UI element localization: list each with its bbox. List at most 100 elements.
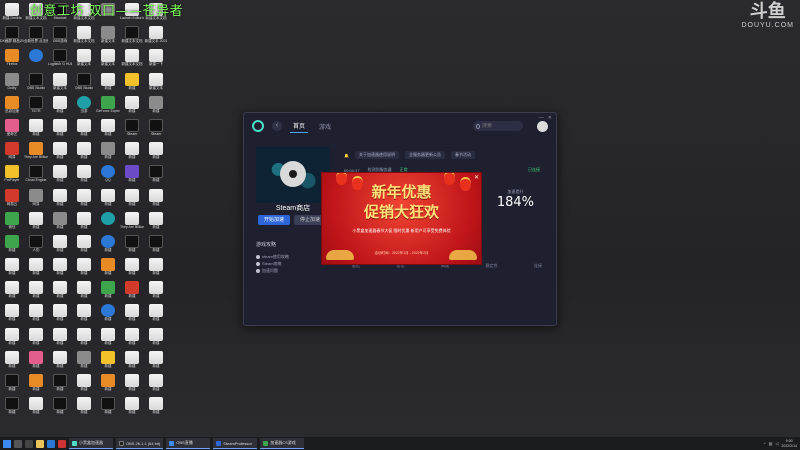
- taskbar-task[interactable]: SteamProfessor: [213, 438, 258, 449]
- desktop-icon[interactable]: PotPlayer: [0, 164, 24, 187]
- desktop-icon[interactable]: 新建文本: [144, 72, 168, 95]
- desktop-icon[interactable]: Steam: [144, 118, 168, 141]
- desktop-icon[interactable]: 微信: [0, 211, 24, 234]
- desktop-icon[interactable]: 新建: [48, 350, 72, 373]
- desktop-icon[interactable]: 新建: [120, 303, 144, 326]
- desktop-icon[interactable]: 新建: [72, 257, 96, 280]
- desktop-icon[interactable]: Dolby: [0, 72, 24, 95]
- desktop-icon[interactable]: 新建: [72, 373, 96, 396]
- desktop-icon[interactable]: 新建: [48, 234, 72, 257]
- desktop-icon[interactable]: 新建: [120, 327, 144, 350]
- desktop-icon[interactable]: 新建: [144, 257, 168, 280]
- desktop-icon[interactable]: 新建: [120, 234, 144, 257]
- desktop-icon[interactable]: Cloud Engine: [24, 164, 48, 187]
- notice-item[interactable]: 关于加速器使用说明: [354, 151, 399, 159]
- desktop-icon[interactable]: 新建: [120, 95, 144, 118]
- desktop-icon[interactable]: 新建: [144, 350, 168, 373]
- desktop-icon[interactable]: 新建: [48, 211, 72, 234]
- desktop-icon[interactable]: 新建: [48, 95, 72, 118]
- desktop-icon[interactable]: 新建: [120, 396, 144, 419]
- desktop-icon[interactable]: 新建: [48, 396, 72, 419]
- desktop-icon[interactable]: They Are Billions: [120, 211, 144, 234]
- desktop-icon[interactable]: 新建: [72, 350, 96, 373]
- desktop-icon[interactable]: OBS游戏: [48, 25, 72, 48]
- desktop-icon[interactable]: 新建文本 2021: [144, 25, 168, 48]
- desktop-icon[interactable]: 爱奇艺: [0, 118, 24, 141]
- desktop-icon[interactable]: They Are Billions: [24, 141, 48, 164]
- desktop-icon[interactable]: 迅游: [72, 95, 96, 118]
- desktop-icon[interactable]: 新建: [72, 327, 96, 350]
- desktop-icon[interactable]: 新建: [0, 303, 24, 326]
- desktop-icon[interactable]: 新建文本文档: [120, 25, 144, 48]
- desktop-icon[interactable]: 新建: [96, 350, 120, 373]
- desktop-icon[interactable]: Steam: [120, 118, 144, 141]
- close-icon[interactable]: ✕: [548, 115, 552, 121]
- browser-icon[interactable]: [47, 439, 55, 448]
- desktop-icon[interactable]: 新建: [0, 350, 24, 373]
- desktop-icon[interactable]: 新建: [144, 280, 168, 303]
- desktop-icon[interactable]: 新建: [0, 373, 24, 396]
- desktop-icon[interactable]: 新建: [144, 141, 168, 164]
- taskbar-task[interactable]: OBS直播: [166, 438, 211, 449]
- folder-icon[interactable]: [36, 439, 44, 448]
- desktop-icon[interactable]: 全新世界 点击即玩: [24, 25, 48, 48]
- desktop-icon[interactable]: 新建: [48, 141, 72, 164]
- desktop-icon[interactable]: 新建: [24, 350, 48, 373]
- desktop-icon[interactable]: 新建: [72, 164, 96, 187]
- desktop-icon[interactable]: 新建: [48, 373, 72, 396]
- taskbar-task[interactable]: 加速器CS游戏: [260, 438, 305, 449]
- avatar[interactable]: [537, 120, 548, 132]
- desktop-icon[interactable]: 新建文本: [96, 25, 120, 48]
- desktop-icon[interactable]: 网易云: [0, 188, 24, 211]
- desktop-icon[interactable]: 新建文本: [96, 48, 120, 71]
- desktop-icon[interactable]: Firefox: [0, 48, 24, 71]
- desktop-icon[interactable]: OBS Studio: [72, 72, 96, 95]
- desktop-icon[interactable]: 新建: [0, 327, 24, 350]
- desktop-icon[interactable]: 新建: [96, 280, 120, 303]
- desktop-icon[interactable]: 新建: [96, 72, 120, 95]
- start-accel-button[interactable]: 开始加速: [258, 215, 290, 225]
- desktop-icon[interactable]: 新建: [120, 350, 144, 373]
- game-cover[interactable]: [256, 147, 330, 203]
- desktop-icon[interactable]: 新建: [48, 280, 72, 303]
- desktop-icon[interactable]: 新建: [120, 257, 144, 280]
- desktop-icon[interactable]: 新建: [96, 141, 120, 164]
- desktop-icon[interactable]: 新建: [24, 396, 48, 419]
- taskbar-task[interactable]: OBS 26.1.1 (64 bit): [116, 438, 164, 449]
- desktop-icon[interactable]: 新建: [96, 234, 120, 257]
- desktop-icon[interactable]: 新建: [24, 303, 48, 326]
- desktop-icon[interactable]: 新建: [120, 280, 144, 303]
- desktop-icon[interactable]: 新建: [144, 327, 168, 350]
- desktop-icon[interactable]: QQ: [96, 164, 120, 187]
- desktop-icon[interactable]: 新建: [48, 118, 72, 141]
- desktop-icon[interactable]: 新建: [24, 373, 48, 396]
- desktop-icon[interactable]: TETR: [24, 95, 48, 118]
- desktop-icon[interactable]: 新建: [96, 327, 120, 350]
- desktop-icon[interactable]: GeForce Experience: [96, 95, 120, 118]
- desktop-icon[interactable]: 网易: [0, 141, 24, 164]
- desktop-icon[interactable]: 新建: [48, 164, 72, 187]
- desktop-icon[interactable]: [96, 211, 120, 234]
- promo-popup[interactable]: ✕ 新年优惠 促销大狂欢 小黑盒加速器春节大促 限时优惠 新用户可享受免费体验 …: [321, 172, 482, 265]
- desktop-icon[interactable]: 人形: [24, 234, 48, 257]
- notice-item[interactable]: 全服务器更新公告: [404, 151, 445, 159]
- desktop-icon[interactable]: 新建: [144, 396, 168, 419]
- desktop-icon[interactable]: 新建: [96, 188, 120, 211]
- desktop-icon[interactable]: 新建 Dreikfa: [0, 2, 24, 25]
- desktop-icon[interactable]: 新建文本文档: [120, 48, 144, 71]
- desktop-icon[interactable]: 新建: [72, 141, 96, 164]
- notice-item[interactable]: 春节活动: [450, 151, 475, 159]
- desktop-icon[interactable]: 新建: [96, 118, 120, 141]
- search-box[interactable]: [473, 121, 523, 131]
- minimize-icon[interactable]: —: [539, 115, 544, 121]
- desktop-icon[interactable]: 新建: [144, 303, 168, 326]
- desktop-icon[interactable]: 新建: [120, 164, 144, 187]
- search-icon[interactable]: [14, 439, 22, 448]
- desktop-icon[interactable]: 新建: [24, 257, 48, 280]
- clock[interactable]: 9:00 2022/2/14: [781, 439, 797, 448]
- desktop-icon[interactable]: 新建: [48, 327, 72, 350]
- desktop-icon[interactable]: 新建: [0, 280, 24, 303]
- task-view-icon[interactable]: [25, 439, 33, 448]
- desktop-icon[interactable]: DX截屏 精品2021: [0, 25, 24, 48]
- desktop-icon[interactable]: OBS Studio: [24, 72, 48, 95]
